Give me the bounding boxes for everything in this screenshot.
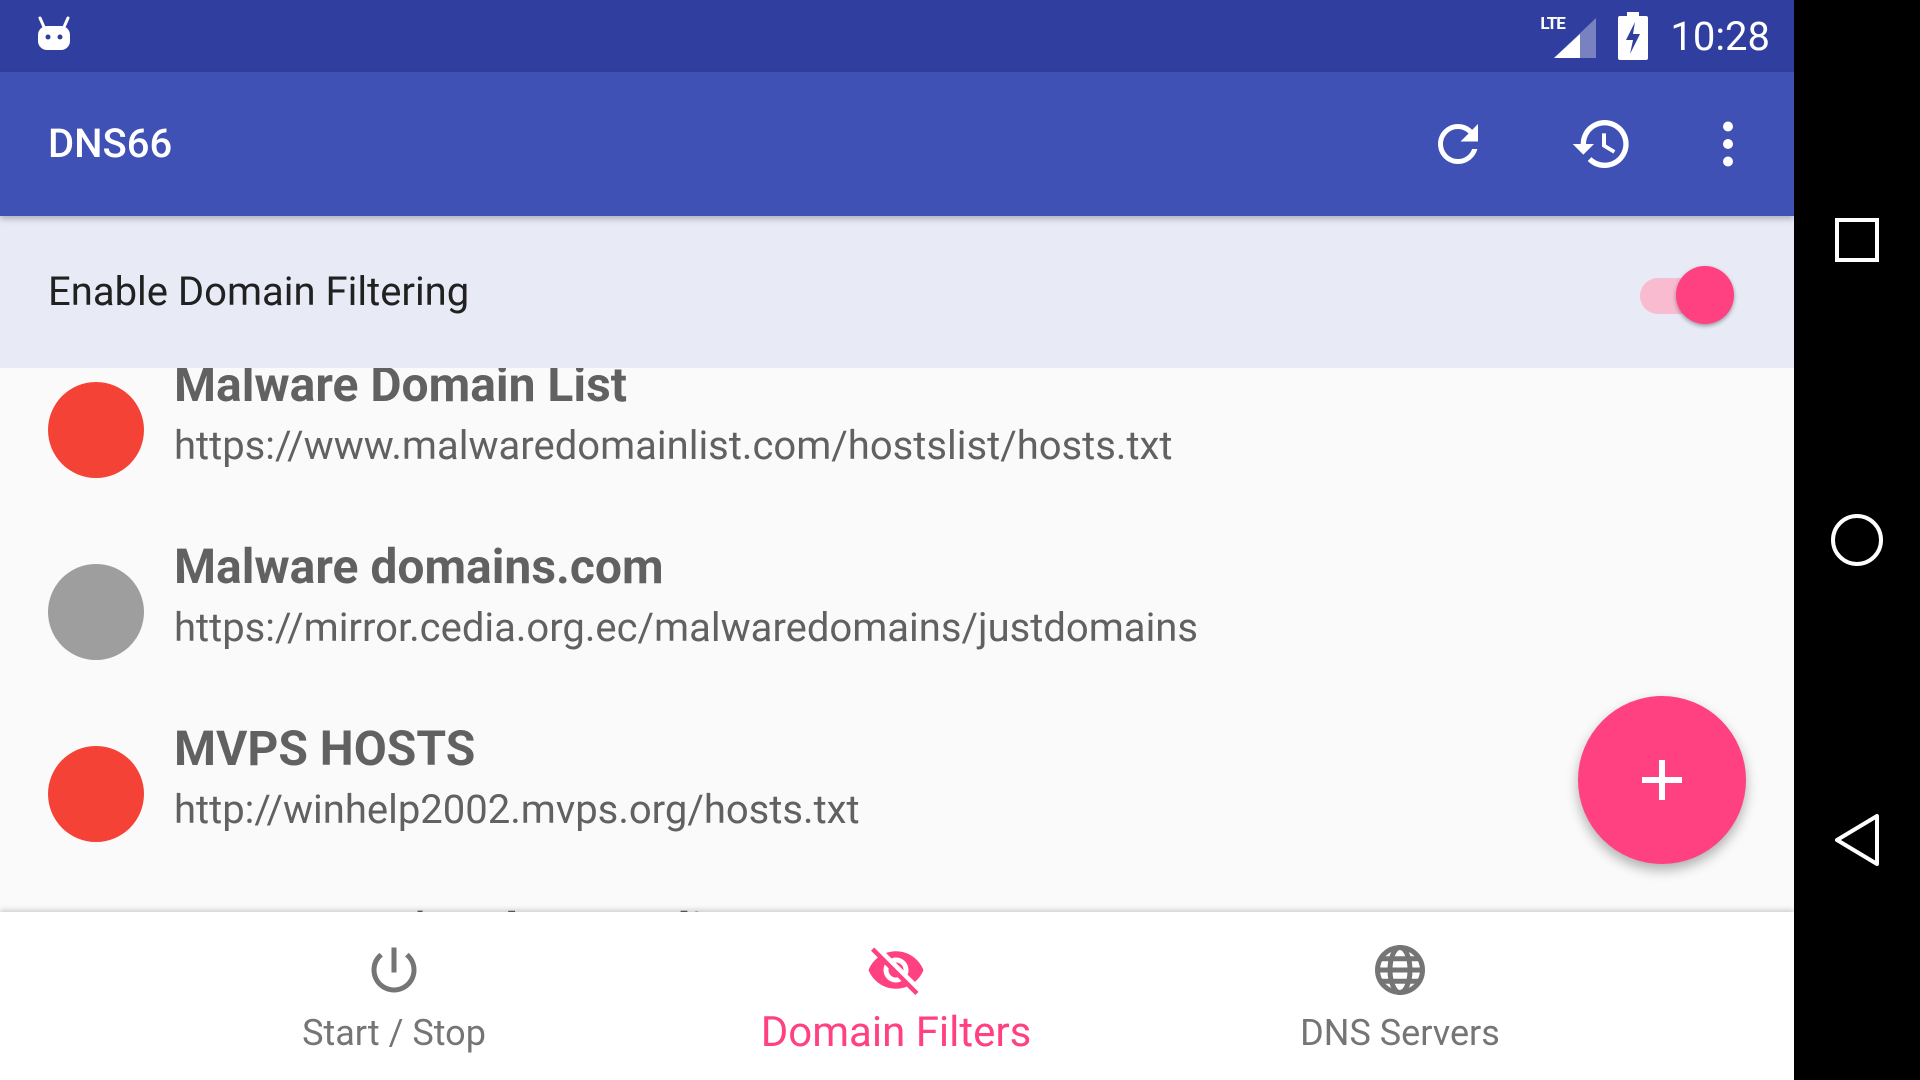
history-button[interactable] bbox=[1566, 108, 1638, 180]
host-title: Peter Lowe's Ad server list bbox=[174, 902, 744, 912]
power-icon bbox=[371, 947, 417, 993]
add-icon bbox=[1642, 760, 1682, 800]
back-icon bbox=[1835, 814, 1879, 866]
host-title: MVPS HOSTS bbox=[174, 720, 476, 777]
nav-label: Domain Filters bbox=[760, 1008, 1032, 1057]
add-host-button[interactable] bbox=[1578, 696, 1746, 864]
list-item[interactable]: Peter Lowe's Ad server list bbox=[0, 872, 1794, 912]
host-url: https://mirror.cedia.org.ec/malwaredomai… bbox=[174, 604, 1199, 651]
app-title: DNS66 bbox=[48, 120, 173, 167]
system-navigation-bar bbox=[1794, 0, 1920, 1080]
status-clock: 10:28 bbox=[1670, 12, 1770, 60]
refresh-icon bbox=[1438, 124, 1478, 164]
recents-button[interactable] bbox=[1825, 208, 1889, 272]
enable-filtering-label: Enable Domain Filtering bbox=[48, 268, 470, 315]
status-dot bbox=[48, 746, 144, 842]
app-bar: DNS66 bbox=[0, 72, 1794, 216]
app-screen: LTE 10:28 DNS66 Enable Domain Filtering … bbox=[0, 0, 1794, 1080]
status-dot bbox=[48, 382, 144, 478]
host-url: https://www.malwaredomainlist.com/hostsl… bbox=[174, 422, 1173, 469]
back-button[interactable] bbox=[1825, 808, 1889, 872]
host-title: Malware Domain List bbox=[174, 368, 627, 413]
hosts-list: Malware Domain List https://www.malwared… bbox=[0, 368, 1794, 912]
battery-charging-icon bbox=[1618, 12, 1649, 60]
android-notification-icon bbox=[38, 16, 70, 50]
overflow-menu-button[interactable] bbox=[1692, 108, 1764, 180]
list-item[interactable]: MVPS HOSTS http://winhelp2002.mvps.org/h… bbox=[0, 690, 1794, 872]
nav-label: Start / Stop bbox=[302, 1012, 486, 1054]
nav-dns-servers[interactable]: DNS Servers bbox=[1280, 912, 1520, 1080]
home-button[interactable] bbox=[1825, 508, 1889, 572]
enable-filtering-switch[interactable] bbox=[1640, 264, 1736, 324]
history-icon bbox=[1572, 120, 1629, 169]
home-icon bbox=[1831, 514, 1883, 566]
status-bar: LTE 10:28 bbox=[0, 0, 1794, 72]
more-vert-icon bbox=[1723, 121, 1733, 167]
bottom-navigation: Start / Stop Domain Filters DNS Servers bbox=[0, 912, 1794, 1080]
nav-domain-filters[interactable]: Domain Filters bbox=[746, 912, 1046, 1080]
list-item[interactable]: Malware domains.com https://mirror.cedia… bbox=[0, 508, 1794, 690]
visibility-off-icon bbox=[868, 947, 924, 995]
list-item[interactable]: Malware Domain List https://www.malwared… bbox=[0, 368, 1794, 508]
nav-start-stop[interactable]: Start / Stop bbox=[294, 912, 494, 1080]
host-url: http://winhelp2002.mvps.org/hosts.txt bbox=[174, 786, 860, 833]
enable-filtering-row[interactable]: Enable Domain Filtering bbox=[0, 216, 1794, 368]
status-dot bbox=[48, 564, 144, 660]
globe-icon bbox=[1375, 945, 1425, 995]
switch-thumb bbox=[1676, 266, 1734, 324]
nav-label: DNS Servers bbox=[1300, 1012, 1500, 1054]
refresh-button[interactable] bbox=[1422, 108, 1494, 180]
lte-signal-icon: LTE bbox=[1540, 14, 1597, 58]
recents-icon bbox=[1835, 218, 1879, 262]
host-title: Malware domains.com bbox=[174, 538, 664, 595]
